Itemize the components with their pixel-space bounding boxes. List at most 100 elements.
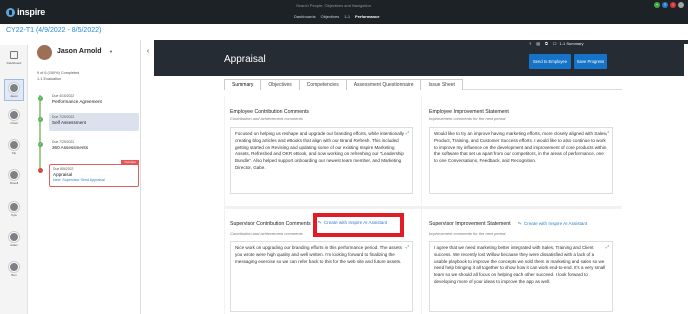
evaluation-status: 1-1 Evaluation	[37, 77, 62, 81]
tab-assessment-questionnaire[interactable]: Assessment Questionnaire	[345, 79, 422, 90]
employee-improvement-subtitle: Improvement comments for the next period…	[429, 116, 507, 121]
timeline-step-performance-agreement[interactable]: ✓ Due 4/15/2022 Performance Agreement	[38, 92, 138, 110]
nav-user-rosell[interactable]: Rosell	[4, 167, 24, 189]
check-icon: ✓	[38, 142, 43, 147]
person-name[interactable]: Jason Arnold	[57, 48, 101, 55]
nav-user-label: Jason	[9, 94, 18, 98]
bell-icon[interactable]: !	[670, 2, 676, 8]
nav-user-jason[interactable]: Jason	[4, 79, 24, 101]
step-card[interactable]: Due 7/29/2022 Self Assessment	[49, 113, 139, 131]
dashboard-icon	[10, 51, 18, 59]
overdue-badge: Overdue	[121, 160, 139, 165]
supervisor-improvement-ai-link[interactable]: ✎Create with Inspire AI Assistant	[517, 220, 588, 227]
timeline-step-360-assessments[interactable]: ✓ Due 7/29/2022 360 Assessments	[38, 138, 138, 156]
nav-user-ben[interactable]: Ben	[4, 259, 24, 281]
nav-user-chad[interactable]: Chad	[4, 107, 24, 129]
nav-user-kip[interactable]: Kip	[4, 137, 24, 159]
supervisor-improvement-title: Supervisor Improvement Statement	[429, 221, 511, 227]
supervisor-improvement-subtitle: Improvement comments for the next period…	[429, 231, 507, 236]
employee-improvement-section: Employee Improvement Statement Improveme…	[422, 96, 622, 206]
nav-objectives[interactable]: Objectives	[321, 14, 340, 19]
step-card[interactable]: Overdue Due 8/5/2022 Appraisal Next: Sup…	[49, 160, 139, 187]
employee-comments-section: Employee Contribution Comments Contribut…	[225, 96, 421, 206]
search-input[interactable]: Search People, Objectives and Navigation	[296, 3, 386, 9]
supervisor-improvement-value: I agree that we need marketing better in…	[434, 245, 606, 284]
user-avatar	[9, 140, 19, 150]
nav-user-label: Adam	[10, 243, 18, 247]
expand-icon[interactable]: ⤢	[606, 130, 609, 137]
summary-label: 1-1 Summary	[559, 41, 584, 46]
header-tools: ? ▤ ⧉ ☐ 1-1 Summary	[529, 41, 583, 46]
help-icon[interactable]: ?	[662, 2, 668, 8]
nav-performance[interactable]: Performance	[355, 14, 379, 19]
print-icon[interactable]: ▤	[536, 41, 540, 46]
user-avatar-icon[interactable]	[678, 2, 684, 8]
nav-user-label: Rosell	[9, 181, 19, 185]
step-title: Appraisal	[53, 172, 73, 177]
timeline-step-appraisal[interactable]: Overdue Due 8/5/2022 Appraisal Next: Sup…	[38, 160, 139, 187]
user-avatar	[9, 202, 19, 212]
nav-user-label: Ben	[11, 273, 17, 277]
tab-summary[interactable]: Summary	[224, 79, 262, 90]
expand-icon[interactable]: ⤢	[406, 130, 409, 137]
nav-dashboard[interactable]: Dashboard	[2, 47, 26, 70]
employee-comments-text: Focused on helping us reshape and upgrad…	[230, 127, 413, 194]
supervisor-improvement-section: Supervisor Improvement Statement ✎Create…	[422, 209, 622, 314]
logo-text: inspire	[17, 7, 46, 17]
user-avatar	[9, 110, 19, 120]
summary-content: Employee Contribution Comments Contribut…	[224, 96, 622, 314]
user-avatar	[9, 232, 19, 242]
pencil-icon: ✎	[517, 220, 523, 227]
step-title: Performance Agreement	[52, 99, 102, 104]
employee-comments-value: Focused on helping us reshape and upgrad…	[235, 131, 405, 170]
page-title: Appraisal	[224, 54, 266, 65]
step-next-action[interactable]: Next: Supervisor Send Appraisal	[53, 178, 135, 182]
employee-comments-subtitle: Contribution and achievement comments	[230, 116, 303, 121]
tab-bar: Summary Objectives Competencies Assessme…	[224, 79, 622, 90]
chevron-down-icon[interactable]: ▼	[109, 49, 113, 54]
period-selector[interactable]: CY22-T1 (4/9/2022 - 8/5/2022)	[6, 27, 101, 34]
step-title: Self Assessment	[52, 120, 86, 125]
supervisor-comments-subtitle: Contribution and achievement comments	[230, 231, 303, 236]
step-card[interactable]: Due 7/29/2022 360 Assessments	[49, 138, 139, 156]
supervisor-comments-text[interactable]: Nice work on upgrading our branding effo…	[230, 241, 413, 312]
step-due: Due 4/15/2022	[52, 94, 75, 98]
step-card[interactable]: Due 4/15/2022 Performance Agreement	[49, 92, 139, 110]
nav-user-adam[interactable]: Adam	[4, 229, 24, 251]
send-to-employee-button[interactable]: Send to Employee	[529, 54, 571, 69]
nav-dashboards[interactable]: Dashboards	[294, 14, 316, 19]
logo[interactable]: inspire	[6, 7, 45, 17]
top-actions: + ? !	[654, 2, 684, 8]
supervisor-improvement-text[interactable]: I agree that we need marketing better in…	[429, 241, 613, 312]
main-nav: Dashboards Objectives 1-1 Performance	[294, 12, 380, 20]
copy-icon[interactable]: ⧉	[545, 41, 548, 46]
step-due: Due 7/29/2022	[52, 140, 75, 144]
scrollbar[interactable]	[684, 44, 688, 314]
highlight-annotation	[313, 213, 404, 237]
user-avatar	[9, 262, 19, 272]
expand-icon[interactable]: ⤢	[406, 244, 409, 251]
completion-status: 9 of 6 (150%) Completed	[37, 71, 80, 75]
person-avatar	[37, 45, 52, 60]
employee-comments-title: Employee Contribution Comments	[230, 109, 310, 115]
check-icon: ✓	[38, 96, 43, 101]
tab-objectives[interactable]: Objectives	[260, 79, 300, 90]
plus-icon[interactable]: +	[654, 2, 660, 8]
help-icon[interactable]: ?	[529, 41, 531, 46]
nav-one-on-one[interactable]: 1-1	[344, 14, 350, 19]
tab-competencies[interactable]: Competencies	[298, 79, 347, 90]
expand-icon[interactable]: ⤢	[606, 244, 609, 251]
employee-improvement-value: Would like to try an improve having mark…	[434, 131, 607, 164]
tab-issue-sheet[interactable]: Issue Sheet	[420, 79, 463, 90]
timeline-step-self-assessment[interactable]: ✓ Due 7/29/2022 Self Assessment	[38, 113, 139, 131]
ai-link-label: Create with Inspire AI Assistant	[523, 221, 588, 226]
summary-checkbox[interactable]: ☐ 1-1 Summary	[553, 41, 584, 46]
collapse-panel-button[interactable]: ‹	[144, 45, 152, 58]
step-due: Due 8/5/2022	[53, 167, 74, 171]
nav-user-label: Kyle	[11, 213, 17, 217]
user-avatar	[9, 170, 19, 180]
nav-user-kyle[interactable]: Kyle	[4, 199, 24, 221]
nav-user-label: Chad	[10, 121, 18, 125]
save-progress-button[interactable]: Save Progress	[574, 54, 607, 69]
nav-dashboard-label: Dashboard	[6, 61, 22, 65]
